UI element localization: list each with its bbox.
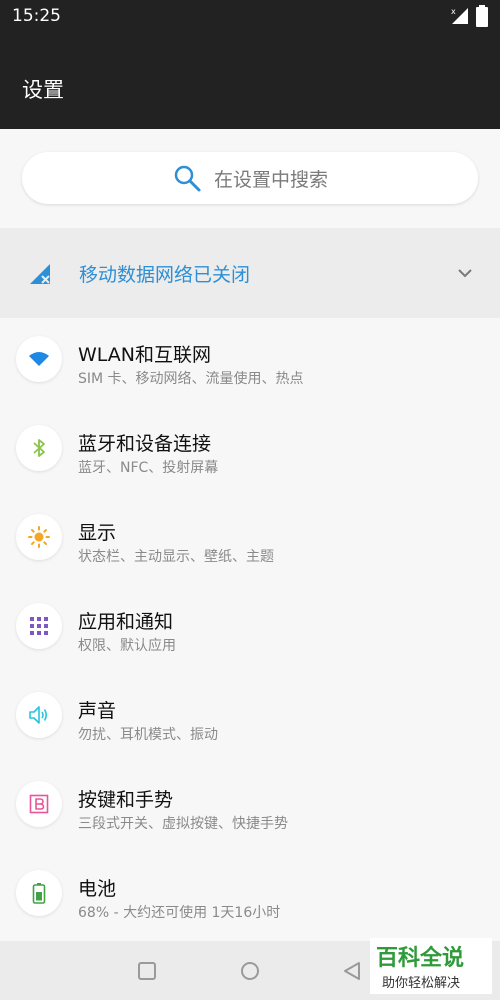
battery-icon-container [16,870,62,916]
setting-item-display[interactable]: 显示 状态栏、主动显示、壁纸、主题 [0,496,500,585]
setting-subtitle: 勿扰、耳机模式、振动 [78,727,218,743]
sound-icon-container [16,692,62,738]
home-icon[interactable] [240,961,260,981]
setting-item-battery[interactable]: 电池 68% - 大约还可使用 1天16小时 [0,852,500,941]
setting-item-buttons[interactable]: 按键和手势 三段式开关、虚拟按键、快捷手势 [0,763,500,852]
setting-item-sound[interactable]: 声音 勿扰、耳机模式、振动 [0,674,500,763]
watermark: 百科全说 助你轻松解决 [370,938,492,994]
recent-apps-icon[interactable] [137,961,157,981]
app-bar: 设置 [0,34,500,129]
setting-item-bluetooth[interactable]: 蓝牙和设备连接 蓝牙、NFC、投射屏幕 [0,407,500,496]
buttons-icon-container [16,781,62,827]
status-bar: 15:25 x [0,0,500,34]
setting-subtitle: 状态栏、主动显示、壁纸、主题 [78,549,274,565]
watermark-title: 百科全说 [376,946,465,971]
setting-title: 应用和通知 [78,611,174,633]
wlan-icon-container [16,336,62,382]
setting-subtitle: 68% - 大约还可使用 1天16小时 [78,905,281,921]
display-icon-container [16,514,62,560]
battery-status-icon [476,5,488,27]
setting-title: 蓝牙和设备连接 [78,433,212,455]
setting-subtitle: 三段式开关、虚拟按键、快捷手势 [78,816,288,832]
setting-title: 电池 [78,878,117,900]
mobile-data-notice[interactable]: 移动数据网络已关闭 [0,228,500,318]
watermark-subtitle: 助你轻松解决 [382,976,461,991]
back-icon[interactable] [342,961,362,981]
search-icon [174,165,201,192]
search-input[interactable]: 在设置中搜索 [22,152,478,204]
search-placeholder: 在设置中搜索 [213,168,328,191]
chevron-down-icon[interactable] [456,264,474,282]
setting-subtitle: 权限、默认应用 [78,638,176,654]
notice-text: 移动数据网络已关闭 [79,264,251,286]
wifi-icon [29,352,49,366]
setting-title: 显示 [78,522,117,544]
setting-title: WLAN和互联网 [78,344,212,366]
speaker-icon [29,706,48,724]
button-b-icon [29,794,49,814]
setting-subtitle: 蓝牙、NFC、投射屏幕 [78,460,219,476]
battery-icon [32,883,46,904]
setting-title: 按键和手势 [78,789,174,811]
apps-grid-icon [30,617,48,635]
setting-title: 声音 [78,700,117,722]
setting-subtitle: SIM 卡、移动网络、流量使用、热点 [78,371,304,387]
status-time: 15:25 [12,6,61,26]
svg-text:x: x [451,7,456,16]
signal-off-icon [30,264,50,284]
signal-off-icon: x [451,7,468,24]
page-title: 设置 [22,78,64,102]
bluetooth-icon [33,439,45,457]
setting-item-wlan[interactable]: WLAN和互联网 SIM 卡、移动网络、流量使用、热点 [0,318,500,407]
brightness-icon [28,526,50,548]
setting-item-apps[interactable]: 应用和通知 权限、默认应用 [0,585,500,674]
apps-icon-container [16,603,62,649]
bluetooth-icon-container [16,425,62,471]
